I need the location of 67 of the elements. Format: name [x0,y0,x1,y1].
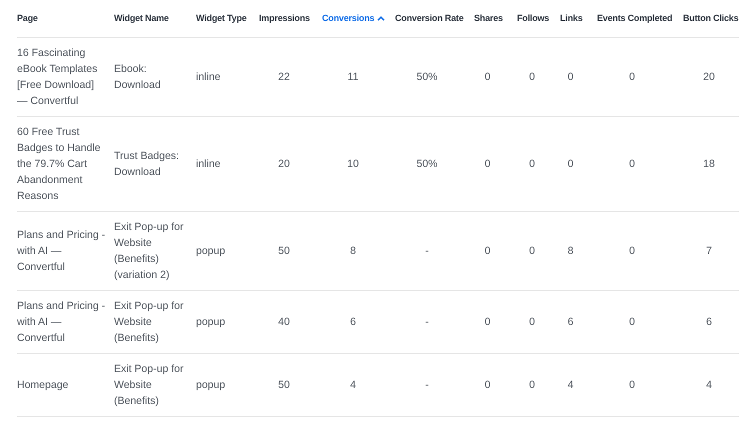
table-cell: 16 Fascinating eBook Templates [Free Download] — Convertful [17,46,98,106]
table-cell: 4 [350,378,356,390]
table-cell: - [425,316,429,328]
table-cell: - [425,378,429,390]
table-cell: 6 [568,316,574,328]
table-cell: 8 [568,244,574,256]
table-cell: 0 [529,378,535,390]
table-cell: 0 [568,158,574,170]
column-header[interactable]: Shares [474,12,503,25]
column-header[interactable]: Widget Type [196,12,247,25]
column-header[interactable]: Page [17,12,38,25]
column-header[interactable]: Widget Name [114,12,169,25]
column-header[interactable]: Button Clicks [683,12,738,25]
table-cell: Exit Pop-up for Website (Benefits) [114,300,184,344]
column-header[interactable]: Conversion Rate [395,12,464,25]
table-cell: 60 Free Trust Badges to Handle the 79.7% Cart Abandonment Reasons [17,126,100,202]
table-cell: 0 [529,316,535,328]
table-cell: 11 [348,70,358,82]
table-cell: Ebook: Download [114,62,161,90]
table-cell: 0 [529,244,535,256]
table-cell: 0 [629,70,635,82]
table-cell: - [425,244,429,256]
table-cell: 8 [350,244,356,256]
table-cell: 0 [484,158,490,170]
table-cell: inline [196,70,221,82]
table-cell: popup [196,378,226,390]
table-cell: 4 [568,378,574,390]
column-header[interactable]: Links [560,12,583,25]
table-cell: 0 [629,244,635,256]
table-cell: popup [196,244,226,256]
table-cell: 0 [484,244,490,256]
table-cell: 0 [629,316,635,328]
column-header[interactable]: Conversions [322,12,386,25]
table-cell: 6 [706,316,712,328]
table-cell: 0 [568,70,574,82]
column-header[interactable]: Events Completed [597,12,672,25]
table-cell: Trust Badges: Download [114,150,179,178]
table-cell: 7 [706,244,712,256]
table-cell: 6 [350,316,356,328]
table-cell: 20 [278,158,290,170]
table-cell: 18 [703,158,715,170]
table-cell: 0 [629,378,635,390]
table-cell: Exit Pop-up for Website (Benefits) (variation 2) [114,220,184,280]
table-cell: 20 [703,70,715,82]
table-cell: 0 [484,378,490,390]
table-cell: inline [196,158,221,170]
table-cell: Homepage [17,378,68,390]
table-cell: 0 [529,158,535,170]
table-cell: 50% [416,70,438,82]
table-cell: 22 [278,70,290,82]
table-cell: 0 [529,70,535,82]
table-cell: Plans and Pricing - with AI — Convertful [17,300,106,344]
table-cell: 0 [629,158,635,170]
table-cell: 40 [278,316,290,328]
column-header[interactable]: Follows [517,12,550,25]
table-cell: 0 [484,70,490,82]
table-cell: 50 [278,378,290,390]
sort-ascending-icon [377,16,386,21]
column-header[interactable]: Impressions [259,12,310,25]
table-cell: 10 [347,158,359,170]
table-cell: 4 [706,378,712,390]
table-cell: Exit Pop-up for Website (Benefits) [114,362,184,406]
table-cell: 50 [278,244,290,256]
table-cell: Plans and Pricing - with AI — Convertful [17,228,106,272]
table-cell: 50% [416,158,438,170]
table-cell: popup [196,316,226,328]
table-cell: 0 [484,316,490,328]
